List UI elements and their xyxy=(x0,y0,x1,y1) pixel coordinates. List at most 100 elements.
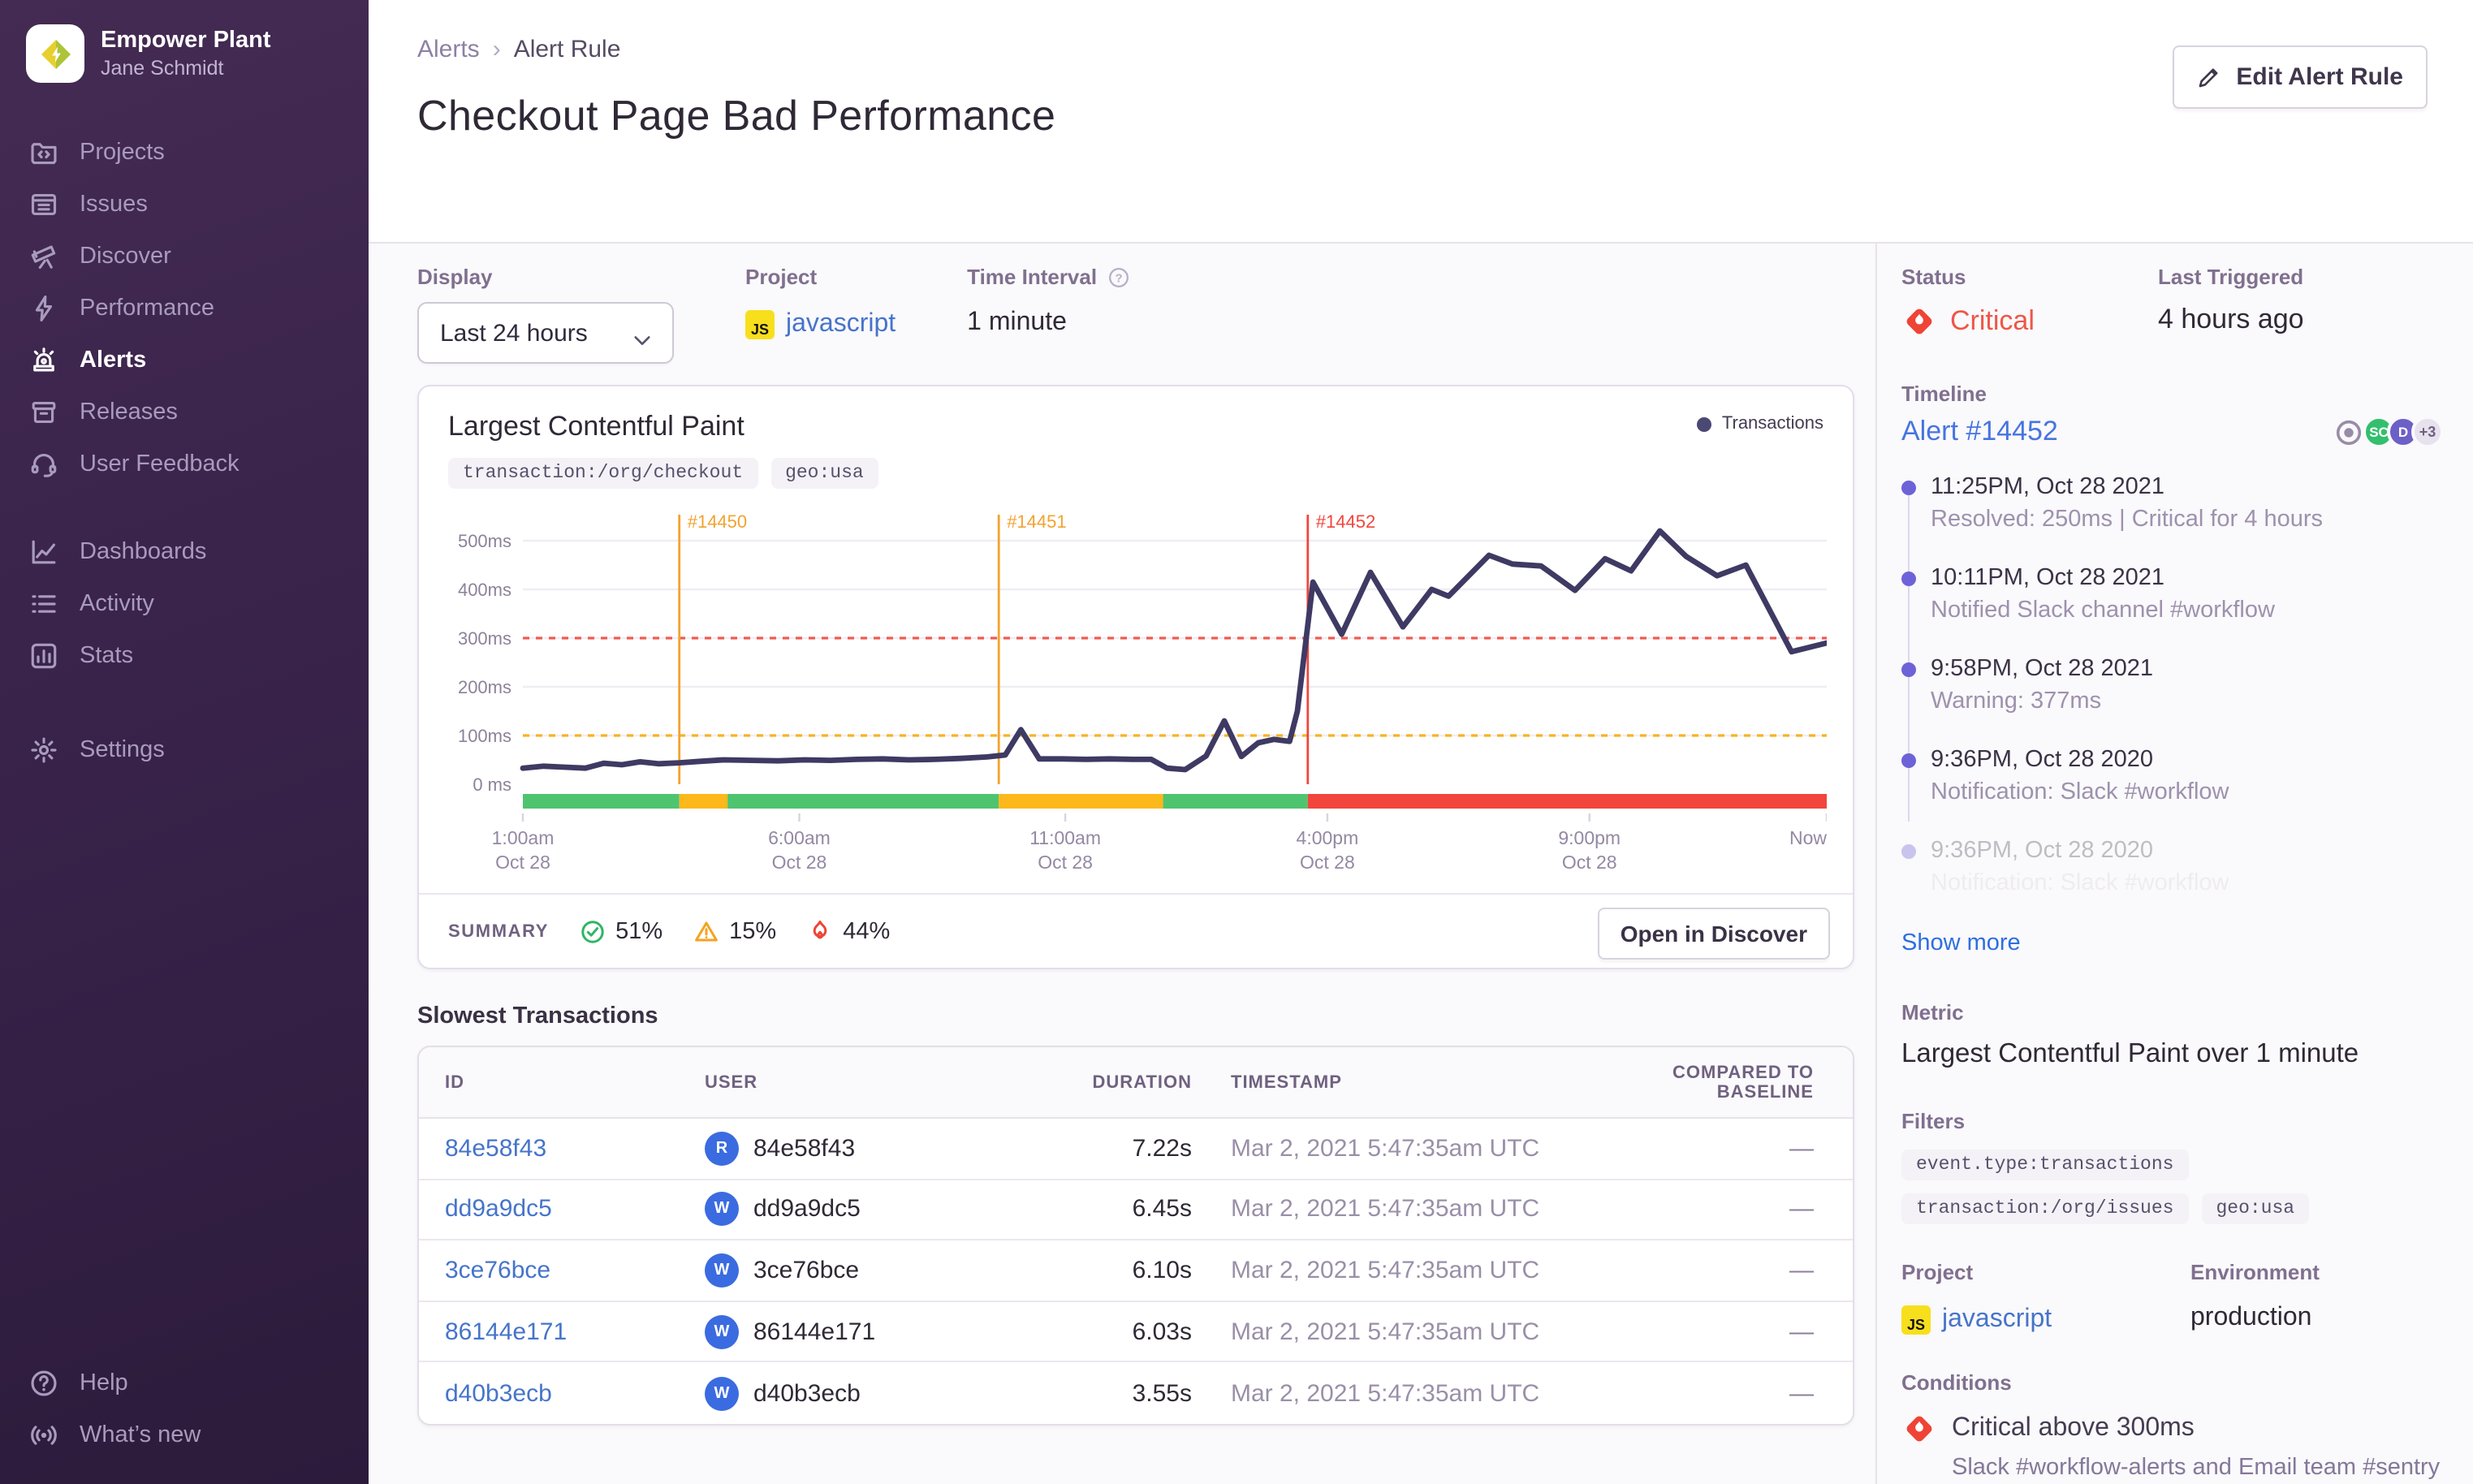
project-label: Project xyxy=(745,265,818,289)
event-description: Warning: 377ms xyxy=(1931,688,2102,714)
timeline-label: Timeline xyxy=(1901,382,1987,406)
last-triggered-block: Last Triggered 4 hours ago xyxy=(2158,265,2304,339)
metric-label: Metric xyxy=(1901,1000,1964,1025)
sidebar-item-discover[interactable]: Discover xyxy=(0,231,369,283)
interval-control: Time Interval ? 1 minute xyxy=(967,265,1129,364)
col-timestamp: TIMESTAMP xyxy=(1231,1072,1342,1092)
baseline-cell: — xyxy=(1789,1318,1814,1346)
col-user: USER xyxy=(705,1072,758,1092)
legend-label: Transactions xyxy=(1721,414,1823,434)
sidebar-item-stats[interactable]: Stats xyxy=(0,630,369,682)
sidebar-item-settings[interactable]: Settings xyxy=(0,724,369,776)
svg-text:4:00pm: 4:00pm xyxy=(1297,827,1359,848)
page-title: Checkout Page Bad Performance xyxy=(417,91,1056,140)
help-circle-icon[interactable]: ? xyxy=(1107,265,1129,288)
sidebar-nav: Projects Issues Discover Performance Alerts R… xyxy=(0,83,369,1357)
table-row[interactable]: 3ce76bce W 3ce76bce 6.10s Mar 2, 2021 5:47:3… xyxy=(419,1240,1853,1302)
pencil-icon xyxy=(2197,65,2221,89)
chart-title: Largest Contentful Paint xyxy=(448,411,744,442)
col-duration: DURATION xyxy=(1092,1072,1192,1092)
table-row[interactable]: 86144e171 W 86144e171 6.03s Mar 2, 2021 5:47… xyxy=(419,1301,1853,1363)
gear-icon xyxy=(29,736,58,765)
timeline-event: 9:36PM, Oct 28 2020 Notification: Slack #… xyxy=(1901,747,2444,805)
project-link[interactable]: javascript xyxy=(1942,1305,2052,1335)
sidebar-item-dashboards[interactable]: Dashboards xyxy=(0,526,369,578)
environment-label: Environment xyxy=(2190,1260,2320,1284)
timestamp-cell: Mar 2, 2021 5:47:35am UTC xyxy=(1231,1318,1540,1346)
javascript-platform-icon: JS xyxy=(1901,1305,1931,1335)
bar-chart-icon xyxy=(29,641,58,671)
sidebar-item-alerts[interactable]: Alerts xyxy=(0,334,369,386)
svg-text:400ms: 400ms xyxy=(458,580,511,600)
timestamp-cell: Mar 2, 2021 5:47:35am UTC xyxy=(1231,1256,1540,1284)
baseline-cell: — xyxy=(1789,1134,1814,1163)
sidebar-item-what-s-new[interactable]: What’s new xyxy=(0,1409,369,1461)
table-row[interactable]: 84e58f43 R 84e58f43 7.22s Mar 2, 2021 5:47:3… xyxy=(419,1119,1853,1180)
show-more-link[interactable]: Show more xyxy=(1901,930,2021,956)
project-block: Project JS javascript xyxy=(1901,1260,2190,1335)
check-circle-icon xyxy=(580,918,606,944)
table-body: 84e58f43 R 84e58f43 7.22s Mar 2, 2021 5:47:3… xyxy=(419,1119,1853,1424)
avatar-chip-plus3[interactable]: +3 xyxy=(2411,416,2444,448)
timeline-event: 9:58PM, Oct 28 2021 Warning: 377ms xyxy=(1901,656,2444,714)
condition-actions: Slack #workflow-alerts and Email team #s… xyxy=(1952,1455,2441,1481)
fire-icon xyxy=(807,918,833,944)
legend-dot-icon xyxy=(1697,416,1712,431)
transaction-id-link[interactable]: d40b3ecb xyxy=(445,1379,705,1407)
transaction-id-link[interactable]: 86144e171 xyxy=(445,1318,705,1345)
sidebar-item-projects[interactable]: Projects xyxy=(0,127,369,179)
transaction-id-link[interactable]: dd9a9dc5 xyxy=(445,1196,705,1223)
main-column: Display Last 24 hours Project JS javascr… xyxy=(417,244,1854,1484)
alert-filter-tag: transaction:/org/issues xyxy=(1901,1193,2189,1224)
transaction-id-link[interactable]: 3ce76bce xyxy=(445,1257,705,1284)
chart-filter-tag: transaction:/org/checkout xyxy=(448,458,758,489)
sidebar-item-user-feedback[interactable]: User Feedback xyxy=(0,438,369,490)
sidebar-item-performance[interactable]: Performance xyxy=(0,283,369,334)
table-row[interactable]: d40b3ecb Wd40b3ecb 3.55s Mar 2, 2021 5:47:3… xyxy=(419,1362,1853,1424)
duration-cell: 6.45s xyxy=(1132,1195,1192,1223)
event-time: 9:58PM, Oct 28 2021 xyxy=(1931,656,2154,682)
svg-text:Oct 28: Oct 28 xyxy=(1300,852,1355,872)
sidebar: Empower Plant Jane Schmidt Projects Issue… xyxy=(0,0,369,1484)
chart-plot-area: 0 ms 100ms 200ms 300ms 400ms 500ms #14450 #1445… xyxy=(419,489,1853,880)
headset-icon xyxy=(29,450,58,479)
status-value: Critical xyxy=(1950,305,2035,336)
last-triggered-label: Last Triggered xyxy=(2158,265,2304,289)
project-link[interactable]: javascript xyxy=(786,310,896,339)
org-switcher[interactable]: Empower Plant Jane Schmidt xyxy=(0,0,369,83)
edit-alert-rule-button[interactable]: Edit Alert Rule xyxy=(2173,45,2428,109)
event-time: 11:25PM, Oct 28 2021 xyxy=(1931,474,2165,500)
org-user-name: Jane Schmidt xyxy=(101,57,224,80)
environment-value: production xyxy=(2190,1304,2312,1331)
event-description: Notification: Slack #workflow xyxy=(1931,779,2229,805)
user-cell: W 3ce76bce xyxy=(705,1253,1052,1288)
alert-id-link[interactable]: Alert #14452 xyxy=(1901,416,2058,448)
transaction-id-link[interactable]: 84e58f43 xyxy=(445,1135,705,1163)
sidebar-item-releases[interactable]: Releases xyxy=(0,386,369,438)
critical-diamond-fire-icon xyxy=(1906,1416,1932,1442)
folder-code-icon xyxy=(29,138,58,167)
chart-tags: transaction:/org/checkout geo:usa xyxy=(448,458,1823,489)
subscribe-eye-icon[interactable] xyxy=(2333,416,2364,447)
sidebar-item-issues[interactable]: Issues xyxy=(0,179,369,231)
table-row[interactable]: dd9a9dc5 Wdd9a9dc5 6.45s Mar 2, 2021 5:47:3… xyxy=(419,1180,1853,1241)
project-control: Project JS javascript xyxy=(745,265,896,364)
event-time: 9:36PM, Oct 28 2020 xyxy=(1931,747,2154,773)
event-description: Notification: Slack #workflow xyxy=(1931,870,2229,896)
svg-text:500ms: 500ms xyxy=(458,531,511,551)
org-name: Empower Plant xyxy=(101,28,271,54)
breadcrumb-alerts-link[interactable]: Alerts xyxy=(417,36,480,63)
svg-text:200ms: 200ms xyxy=(458,677,511,697)
chevron-down-icon xyxy=(633,326,651,345)
summary-label: SUMMARY xyxy=(448,921,550,941)
svg-text:100ms: 100ms xyxy=(458,726,511,746)
display-range-dropdown[interactable]: Last 24 hours xyxy=(417,302,674,364)
archive-icon xyxy=(29,398,58,427)
summary-stat-check-circle: 51% xyxy=(580,918,662,944)
sidebar-item-help[interactable]: Help xyxy=(0,1357,369,1409)
sidebar-item-activity[interactable]: Activity xyxy=(0,578,369,630)
svg-text:0 ms: 0 ms xyxy=(473,774,511,795)
open-in-discover-button[interactable]: Open in Discover xyxy=(1597,908,1830,960)
timeline-event: 9:36PM, Oct 28 2020 Notification: Slack #… xyxy=(1901,838,2444,896)
timestamp-cell: Mar 2, 2021 5:47:35am UTC xyxy=(1231,1379,1540,1408)
